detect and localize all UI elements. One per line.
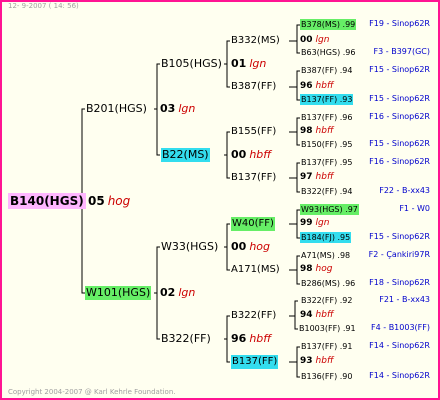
gen2-name-3[interactable]: W33(HGS) <box>160 240 219 254</box>
gen4-info-5: F16 - Sinop62R <box>369 112 430 121</box>
gen4-name-10[interactable]: B184(FJ) .95 <box>300 232 352 243</box>
gen4-name-4[interactable]: B137(FF) .93 <box>300 94 354 105</box>
gen3-year-1: 00 lgn <box>300 35 330 45</box>
gen4-info-2: F3 - B397(GC) <box>373 47 430 56</box>
gen1-year-1: 03 lgn <box>160 102 196 115</box>
gen4-name-3[interactable]: B387(FF) .94 <box>300 65 353 76</box>
gen4-info-1: F19 - Sinop62R <box>369 19 430 28</box>
gen2-name-1[interactable]: B105(HGS) <box>160 57 223 71</box>
gen1-name-1[interactable]: B201(HGS) <box>85 102 148 116</box>
queen-root-year: 05 hog <box>88 194 131 208</box>
gen3-name-7[interactable]: B322(FF) <box>230 309 277 323</box>
gen4-name-15[interactable]: B137(FF) .91 <box>300 341 353 352</box>
gen2-year-4: 96 hbff <box>231 332 272 345</box>
gen4-info-16: F14 - Sinop62R <box>369 371 430 380</box>
pedigree-frame: 12- 9-2007 ( 14: 56) B140(HGS) 05 hog B2… <box>0 0 440 400</box>
gen3-year-2: 96 hbff <box>300 81 334 91</box>
gen3-name-3[interactable]: B155(FF) <box>230 125 277 139</box>
gen4-name-7[interactable]: B137(FF) .95 <box>300 157 353 168</box>
gen4-name-1[interactable]: B378(MS) .99 <box>300 19 357 30</box>
gen4-info-4: F15 - Sinop62R <box>369 94 430 103</box>
gen3-year-4: 97 hbff <box>300 172 334 182</box>
gen2-year-2: 00 hbff <box>231 148 272 161</box>
gen4-info-8: F22 - B-xx43 <box>379 186 430 195</box>
gen2-name-4[interactable]: B322(FF) <box>160 332 212 346</box>
gen4-info-13: F21 - B-xx43 <box>379 295 430 304</box>
gen1-name-2[interactable]: W101(HGS) <box>85 286 152 300</box>
gen3-year-6: 98 hog <box>300 264 333 274</box>
gen4-info-14: F4 - B1003(FF) <box>371 323 430 332</box>
gen4-name-5[interactable]: B137(FF) .96 <box>300 112 353 123</box>
gen3-name-6[interactable]: A171(MS) <box>230 263 281 277</box>
gen1-year-2: 02 lgn <box>160 286 196 299</box>
gen4-info-7: F16 - Sinop62R <box>369 157 430 166</box>
gen2-name-2[interactable]: B22(MS) <box>161 148 210 162</box>
gen4-name-2[interactable]: B63(HGS) .96 <box>300 47 356 58</box>
gen4-name-12[interactable]: B286(MS) .96 <box>300 278 356 289</box>
gen4-info-15: F14 - Sinop62R <box>369 341 430 350</box>
gen3-year-5: 99 lgn <box>300 218 330 228</box>
gen4-name-14[interactable]: B1003(FF) .91 <box>298 323 357 334</box>
gen2-year-1: 01 lgn <box>231 57 267 70</box>
gen3-name-8[interactable]: B137(FF) <box>231 355 279 369</box>
gen2-year-3: 00 hog <box>231 240 270 253</box>
gen4-info-6: F15 - Sinop62R <box>369 139 430 148</box>
gen3-year-7: 94 hbff <box>300 310 334 320</box>
copyright-footer: Copyright 2004-2007 @ Karl Kehrle Founda… <box>8 388 176 396</box>
gen3-name-5[interactable]: W40(FF) <box>231 217 275 231</box>
queen-root-place: hog <box>107 194 131 208</box>
gen4-info-10: F15 - Sinop62R <box>369 232 430 241</box>
gen4-name-6[interactable]: B150(FF) .95 <box>300 139 353 150</box>
gen4-name-11[interactable]: A71(MS) .98 <box>300 250 351 261</box>
gen4-info-3: F15 - Sinop62R <box>369 65 430 74</box>
gen4-name-8[interactable]: B322(FF) .94 <box>300 186 353 197</box>
gen4-name-9[interactable]: W93(HGS) .97 <box>300 204 359 215</box>
gen4-info-9: F1 - W0 <box>399 204 430 213</box>
gen4-name-13[interactable]: B322(FF) .92 <box>300 295 353 306</box>
queen-root-name[interactable]: B140(HGS) <box>8 193 86 209</box>
gen3-name-2[interactable]: B387(FF) <box>230 80 277 94</box>
gen4-info-11: F2 - Çankiri97R <box>368 250 430 259</box>
gen3-year-8: 93 hbff <box>300 356 334 366</box>
gen4-info-12: F18 - Sinop62R <box>369 278 430 287</box>
gen3-name-1[interactable]: B332(MS) <box>230 34 281 48</box>
gen4-name-16[interactable]: B136(FF) .90 <box>300 371 353 382</box>
gen3-name-4[interactable]: B137(FF) <box>230 171 277 185</box>
gen3-year-3: 98 hbff <box>300 126 334 136</box>
